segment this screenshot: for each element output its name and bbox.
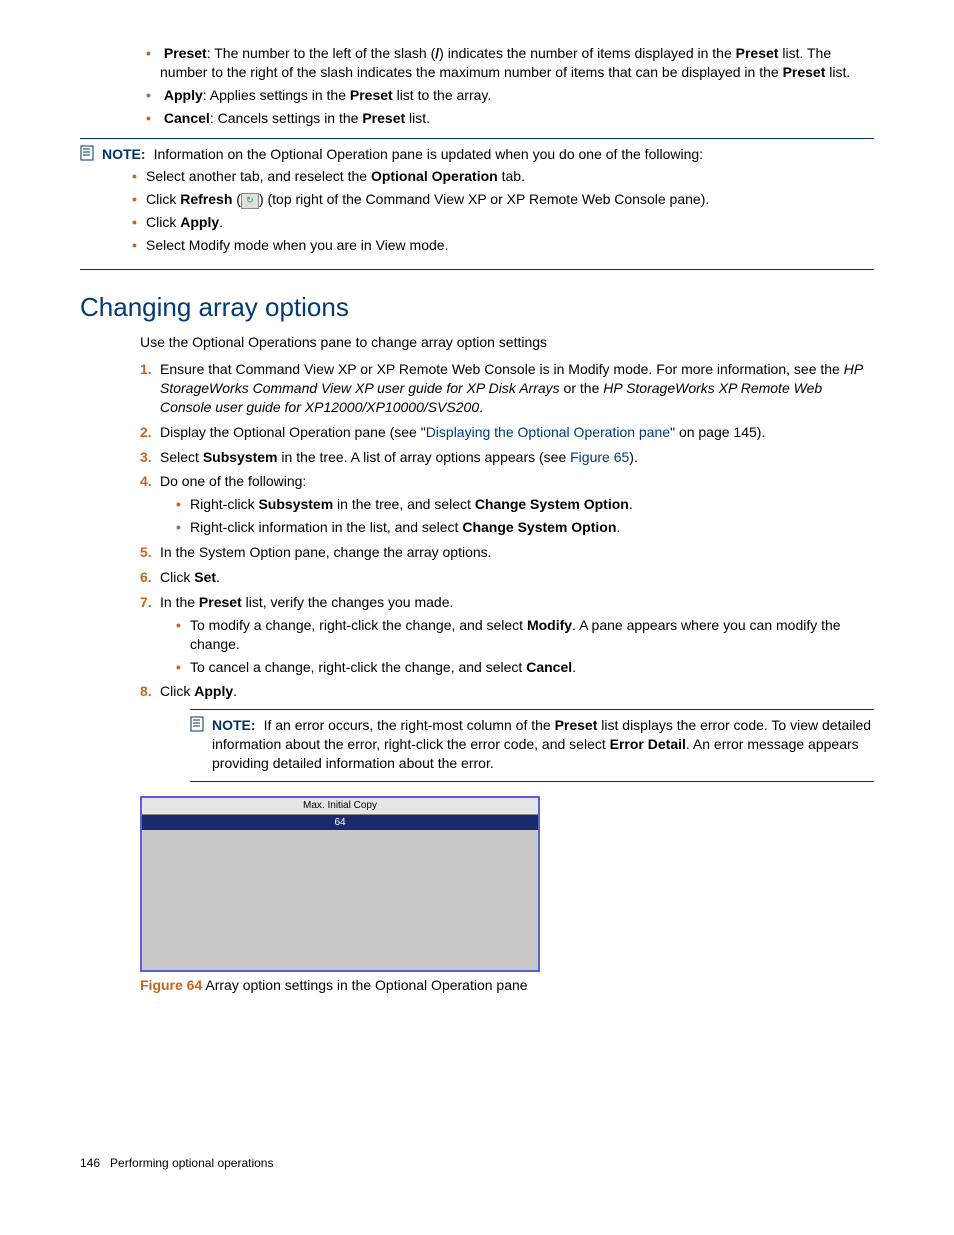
footer-text: Performing optional operations [110, 1156, 273, 1170]
figure-caption-text: Array option settings in the Optional Op… [202, 977, 527, 993]
figure-empty-area [142, 830, 538, 970]
text: ) indicates the number of items displaye… [439, 45, 736, 61]
note-bullet: Select another tab, and reselect the Opt… [146, 167, 709, 186]
text: list to the array. [393, 87, 492, 103]
note-bullet: Click Apply. [146, 213, 709, 232]
note-divider [80, 269, 874, 270]
definition-list: Preset: The number to the left of the sl… [140, 44, 874, 128]
note-content: NOTE: Information on the Optional Operati… [102, 145, 709, 259]
text: : Applies settings in the [203, 87, 350, 103]
note-label: NOTE: [102, 146, 146, 162]
intro-text: Use the Optional Operations pane to chan… [140, 333, 874, 352]
link-display-pane[interactable]: Displaying the Optional Operation pane [426, 424, 670, 440]
sub-bullet: To cancel a change, right-click the chan… [190, 658, 874, 677]
note-divider [190, 781, 874, 782]
figure-64-image: Max. Initial Copy 64 [140, 796, 540, 972]
step-7-sublist: To modify a change, right-click the chan… [170, 616, 874, 677]
refresh-icon: ↻ [241, 193, 259, 209]
figure-selected-row: 64 [142, 815, 538, 831]
note-icon [190, 716, 208, 737]
note-label: NOTE: [212, 717, 256, 733]
sub-bullet: Right-click information in the list, and… [190, 518, 874, 537]
note-text: Information on the Optional Operation pa… [154, 146, 704, 162]
label: Preset [783, 64, 826, 80]
top-bullets: Preset: The number to the left of the sl… [140, 44, 874, 128]
note-icon [80, 145, 98, 166]
label: Cancel [164, 110, 210, 126]
note-block-2: NOTE:If an error occurs, the right-most … [190, 716, 874, 773]
note-bullet: Select Modify mode when you are in View … [146, 236, 709, 255]
sub-bullet: Right-click Subsystem in the tree, and s… [190, 495, 874, 514]
step-4: 4. Do one of the following: Right-click … [160, 472, 874, 537]
bullet-apply: Apply: Applies settings in the Preset li… [160, 86, 874, 105]
label: Preset [362, 110, 405, 126]
label: Apply [164, 87, 203, 103]
bullet-preset: Preset: The number to the left of the sl… [160, 44, 874, 82]
step-3: 3. Select Subsystem in the tree. A list … [160, 448, 874, 467]
step-4-sublist: Right-click Subsystem in the tree, and s… [170, 495, 874, 537]
step-8: 8.Click Apply. [160, 682, 874, 701]
label: Preset [736, 45, 779, 61]
link-figure-65[interactable]: Figure 65 [570, 449, 629, 465]
step-5: 5.In the System Option pane, change the … [160, 543, 874, 562]
note-bullet: Click Refresh (↻) (top right of the Comm… [146, 190, 709, 209]
text: : The number to the left of the slash ( [207, 45, 436, 61]
text: list. [405, 110, 430, 126]
step-7: 7. In the Preset list, verify the change… [160, 593, 874, 677]
note-divider [80, 138, 874, 139]
step-2: 2. Display the Optional Operation pane (… [160, 423, 874, 442]
figure-column-header: Max. Initial Copy [142, 798, 538, 815]
bullet-cancel: Cancel: Cancels settings in the Preset l… [160, 109, 874, 128]
sub-bullet: To modify a change, right-click the chan… [190, 616, 874, 654]
note-block: NOTE: Information on the Optional Operati… [80, 145, 874, 259]
label: Preset [164, 45, 207, 61]
label: Preset [350, 87, 393, 103]
step-6: 6.Click Set. [160, 568, 874, 587]
procedure-list: 1. Ensure that Command View XP or XP Rem… [140, 360, 874, 701]
figure-label: Figure 64 [140, 977, 202, 993]
page-footer: 146 Performing optional operations [80, 1155, 874, 1171]
note-bullets: Select another tab, and reselect the Opt… [126, 167, 709, 255]
note-content: NOTE:If an error occurs, the right-most … [212, 716, 874, 773]
page-number: 146 [80, 1156, 100, 1170]
text: list. [825, 64, 850, 80]
step-1: 1. Ensure that Command View XP or XP Rem… [160, 360, 874, 417]
text: : Cancels settings in the [210, 110, 363, 126]
section-body: Use the Optional Operations pane to chan… [140, 333, 874, 782]
figure-caption: Figure 64 Array option settings in the O… [140, 976, 874, 995]
section-heading: Changing array options [80, 290, 874, 325]
note-divider [190, 709, 874, 710]
